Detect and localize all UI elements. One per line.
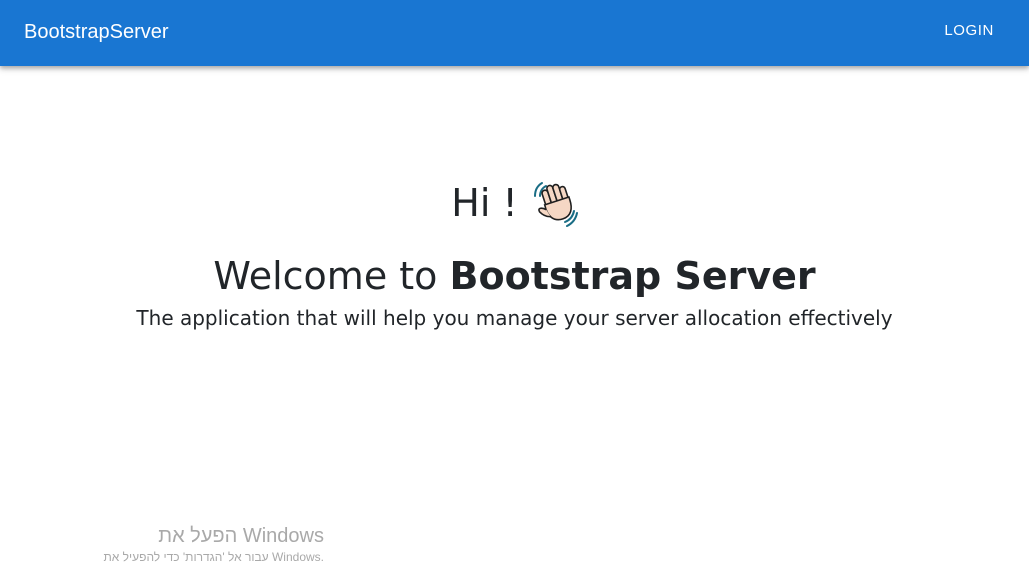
greeting-line: Hi ! (0, 175, 1029, 231)
app-bar: BootstrapServer LOGIN (0, 0, 1029, 66)
welcome-prefix: Welcome to (213, 254, 450, 298)
tagline: The application that will help you manag… (136, 306, 893, 330)
greeting-text: Hi ! (451, 181, 518, 225)
waving-hand-icon (532, 178, 578, 228)
welcome-heading: Welcome to Bootstrap Server (0, 252, 1029, 300)
waving-hand-icon-graphic (533, 182, 578, 227)
welcome-app-name: Bootstrap Server (449, 254, 816, 298)
login-button[interactable]: LOGIN (933, 15, 1005, 47)
hero-section: Hi ! Welcome to Bootstrap Server The app… (0, 175, 1029, 333)
windows-activation-watermark: הפעל את Windows עבור אל 'הגדרות' כדי להפ… (30, 523, 325, 565)
watermark-title: הפעל את Windows (158, 525, 324, 547)
watermark-subtitle: עבור אל 'הגדרות' כדי להפעיל את Windows. (103, 550, 325, 564)
brand-title[interactable]: BootstrapServer (24, 19, 169, 45)
